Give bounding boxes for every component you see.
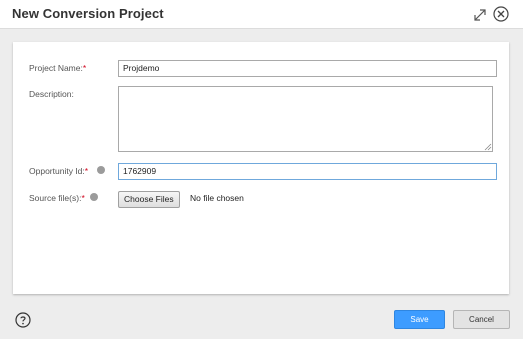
- info-icon[interactable]: [97, 166, 105, 174]
- save-button[interactable]: Save: [394, 310, 445, 329]
- required-asterisk: *: [81, 193, 85, 203]
- description-label: Description:: [29, 89, 74, 99]
- project-name-input[interactable]: [118, 60, 497, 77]
- description-textarea[interactable]: [118, 86, 493, 152]
- cancel-button[interactable]: Cancel: [453, 310, 510, 329]
- required-asterisk: *: [84, 166, 89, 176]
- expand-icon[interactable]: [473, 8, 487, 22]
- info-icon[interactable]: [90, 193, 98, 201]
- opportunity-id-label: Opportunity Id:*: [29, 166, 89, 176]
- source-files-label: Source file(s):*: [29, 193, 85, 203]
- choose-files-button[interactable]: Choose Files: [118, 191, 180, 208]
- opportunity-id-input[interactable]: [118, 163, 497, 180]
- dialog-header: New Conversion Project: [0, 0, 523, 29]
- close-icon[interactable]: [493, 6, 509, 22]
- help-icon[interactable]: [15, 312, 31, 328]
- required-asterisk: *: [82, 63, 87, 73]
- resize-grip-icon[interactable]: [484, 143, 492, 151]
- form-panel: Project Name:* Description: Opportunity …: [13, 42, 509, 294]
- dialog-title: New Conversion Project: [12, 6, 164, 21]
- project-name-label: Project Name:*: [29, 63, 87, 73]
- file-status-text: No file chosen: [190, 193, 244, 203]
